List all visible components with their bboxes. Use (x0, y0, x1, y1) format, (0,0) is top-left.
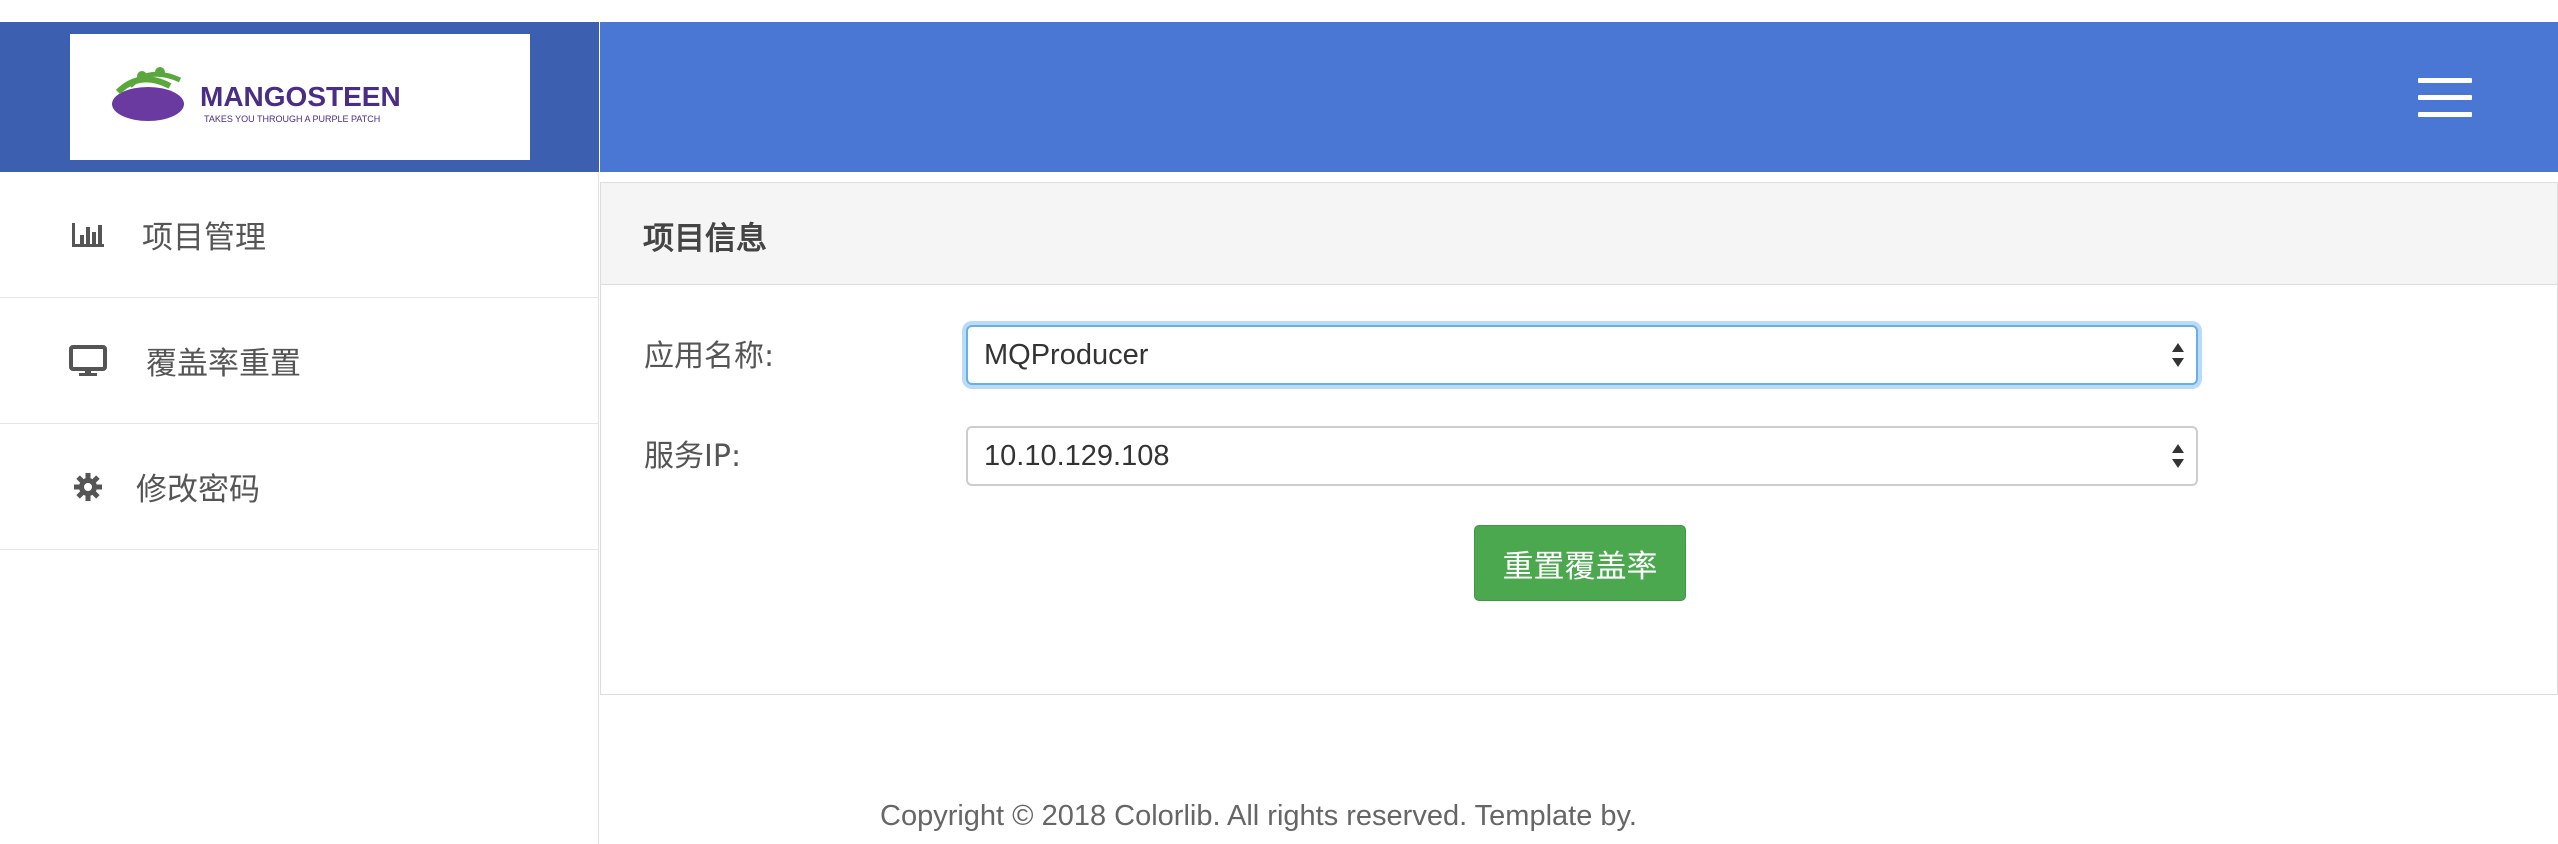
sidebar-item-change-password[interactable]: 修改密码 (0, 424, 599, 550)
service-ip-select[interactable]: 10.10.129.108 (966, 426, 2198, 486)
logo-area: MANGOSTEEN TAKES YOU THROUGH A PURPLE PA… (0, 22, 599, 172)
reset-coverage-button[interactable]: 重置覆盖率 (1474, 525, 1686, 601)
gear-icon (68, 467, 108, 507)
monitor-icon (68, 341, 108, 381)
sidebar-item-project-management[interactable]: 项目管理 (0, 172, 599, 298)
logo-text-mango: MANGOSTEEN (200, 81, 401, 112)
app-name-select[interactable]: MQProducer (966, 325, 2198, 385)
service-ip-label: 服务IP: (644, 439, 742, 474)
brand-logo[interactable]: MANGOSTEEN TAKES YOU THROUGH A PURPLE PA… (70, 34, 530, 160)
footer-copyright: Copyright © 2018 Colorlib. All rights re… (880, 800, 1637, 832)
app-name-value: MQProducer (984, 338, 1149, 371)
hamburger-menu-icon[interactable] (2418, 78, 2472, 118)
top-header (600, 22, 2558, 172)
top-strip (0, 0, 2558, 22)
sidebar-nav: 项目管理 覆盖率重置 修改密码 (0, 172, 599, 550)
select-arrows-icon (2172, 444, 2184, 468)
sidebar-item-label: 修改密码 (136, 472, 260, 508)
panel-header: 项目信息 (601, 183, 2557, 285)
sidebar: MANGOSTEEN TAKES YOU THROUGH A PURPLE PA… (0, 22, 599, 844)
sidebar-item-label: 项目管理 (142, 220, 266, 256)
sidebar-item-coverage-reset[interactable]: 覆盖率重置 (0, 298, 599, 424)
logo-tagline: TAKES YOU THROUGH A PURPLE PATCH (204, 114, 380, 124)
bar-chart-icon (68, 215, 108, 255)
select-arrows-icon (2172, 343, 2184, 367)
app-name-label: 应用名称: (644, 339, 775, 374)
panel-title: 项目信息 (643, 221, 767, 257)
project-info-panel: 项目信息 应用名称: MQProducer 服务IP: 10.10.129.10… (600, 182, 2558, 695)
mangosteen-logo-icon: MANGOSTEEN TAKES YOU THROUGH A PURPLE PA… (112, 67, 401, 124)
service-ip-value: 10.10.129.108 (984, 439, 1170, 472)
sidebar-item-label: 覆盖率重置 (146, 346, 301, 382)
